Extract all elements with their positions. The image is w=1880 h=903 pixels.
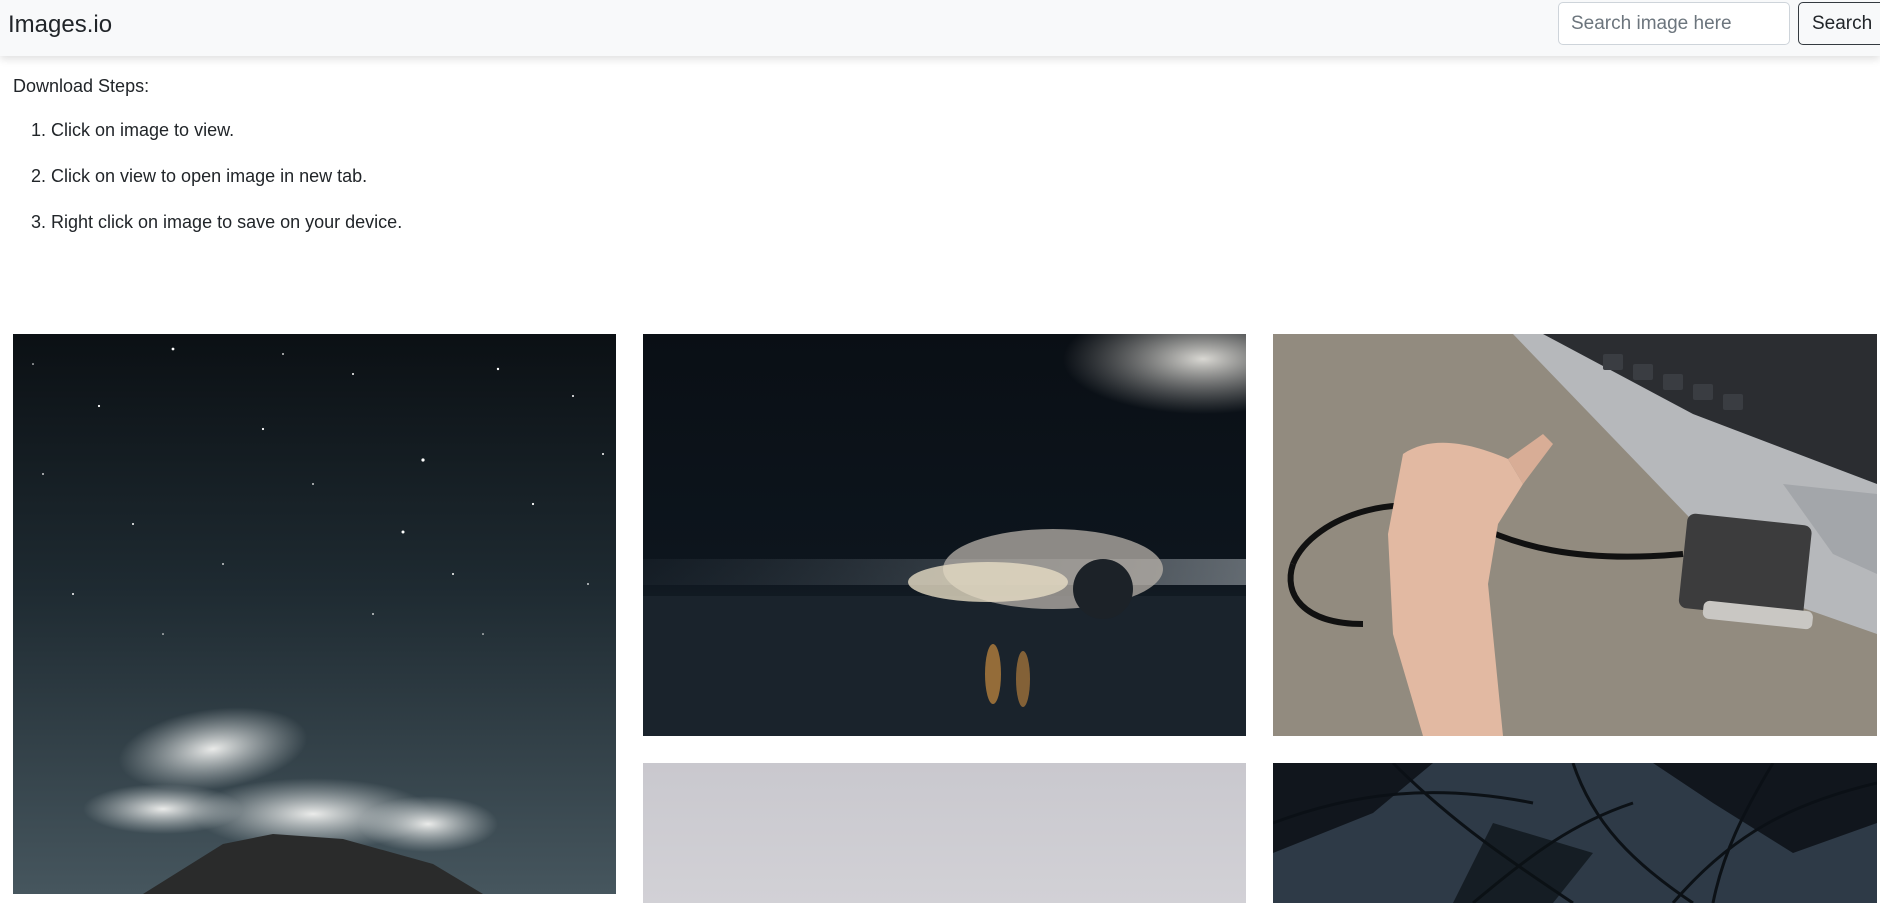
step-item: 2. Click on view to open image in new ta… xyxy=(31,166,368,186)
step-item: 1. Click on image to view. xyxy=(31,120,235,140)
search-button[interactable]: Search xyxy=(1798,2,1880,45)
laptop-ssd-image xyxy=(1273,334,1877,736)
download-steps: Download Steps: 1. Click on image to vie… xyxy=(13,72,402,254)
navbar: Images.io Search xyxy=(0,0,1880,56)
steps-list: 1. Click on image to view. 2. Click on v… xyxy=(13,116,402,236)
gallery-image-laptop-ssd[interactable] xyxy=(1273,334,1877,736)
night-sky-image xyxy=(13,334,616,894)
grey-image xyxy=(643,763,1246,903)
palm-image xyxy=(1273,763,1877,903)
car-image xyxy=(643,334,1246,736)
step-item: 3. Right click on image to save on your … xyxy=(31,212,403,232)
steps-heading: Download Steps: xyxy=(13,76,150,96)
gallery-image-car[interactable] xyxy=(643,334,1246,736)
search-input[interactable] xyxy=(1558,2,1790,45)
gallery-image-palm[interactable] xyxy=(1273,763,1877,903)
brand-logo-link[interactable]: Images.io xyxy=(8,10,112,40)
gallery-image-grey[interactable] xyxy=(643,763,1246,903)
gallery-image-night-sky[interactable] xyxy=(13,334,616,894)
